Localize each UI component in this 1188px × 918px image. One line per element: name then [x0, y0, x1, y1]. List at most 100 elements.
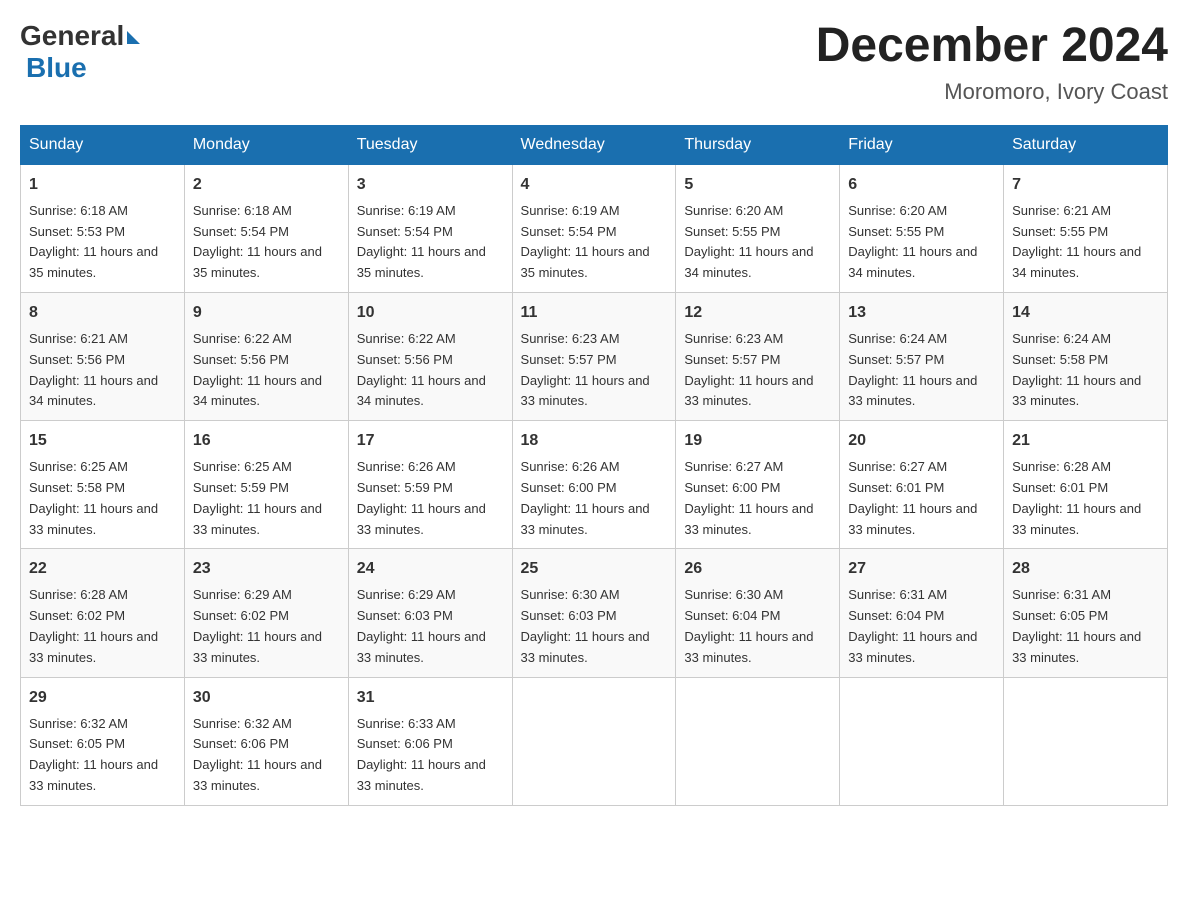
day-number: 6 — [848, 173, 995, 197]
day-info: Sunrise: 6:19 AMSunset: 5:54 PMDaylight:… — [521, 203, 650, 280]
calendar-cell: 29 Sunrise: 6:32 AMSunset: 6:05 PMDaylig… — [21, 677, 185, 805]
calendar-cell: 18 Sunrise: 6:26 AMSunset: 6:00 PMDaylig… — [512, 421, 676, 549]
calendar-cell: 26 Sunrise: 6:30 AMSunset: 6:04 PMDaylig… — [676, 549, 840, 677]
calendar-cell: 13 Sunrise: 6:24 AMSunset: 5:57 PMDaylig… — [840, 292, 1004, 420]
calendar-cell: 4 Sunrise: 6:19 AMSunset: 5:54 PMDayligh… — [512, 164, 676, 292]
logo-blue-text: Blue — [26, 52, 87, 83]
weekday-header-monday: Monday — [184, 125, 348, 164]
day-info: Sunrise: 6:32 AMSunset: 6:05 PMDaylight:… — [29, 716, 158, 793]
day-number: 20 — [848, 429, 995, 453]
calendar-cell: 5 Sunrise: 6:20 AMSunset: 5:55 PMDayligh… — [676, 164, 840, 292]
day-number: 26 — [684, 557, 831, 581]
calendar-cell — [676, 677, 840, 805]
day-info: Sunrise: 6:24 AMSunset: 5:57 PMDaylight:… — [848, 331, 977, 408]
day-info: Sunrise: 6:27 AMSunset: 6:00 PMDaylight:… — [684, 459, 813, 536]
day-number: 31 — [357, 686, 504, 710]
weekday-header-tuesday: Tuesday — [348, 125, 512, 164]
calendar-week-row: 29 Sunrise: 6:32 AMSunset: 6:05 PMDaylig… — [21, 677, 1168, 805]
calendar-cell: 15 Sunrise: 6:25 AMSunset: 5:58 PMDaylig… — [21, 421, 185, 549]
day-info: Sunrise: 6:19 AMSunset: 5:54 PMDaylight:… — [357, 203, 486, 280]
calendar-week-row: 15 Sunrise: 6:25 AMSunset: 5:58 PMDaylig… — [21, 421, 1168, 549]
day-number: 2 — [193, 173, 340, 197]
calendar-cell: 21 Sunrise: 6:28 AMSunset: 6:01 PMDaylig… — [1004, 421, 1168, 549]
day-number: 7 — [1012, 173, 1159, 197]
day-info: Sunrise: 6:27 AMSunset: 6:01 PMDaylight:… — [848, 459, 977, 536]
logo-general-text: General — [20, 20, 124, 52]
logo-arrow-icon — [127, 31, 140, 44]
calendar-cell: 1 Sunrise: 6:18 AMSunset: 5:53 PMDayligh… — [21, 164, 185, 292]
day-info: Sunrise: 6:22 AMSunset: 5:56 PMDaylight:… — [193, 331, 322, 408]
day-info: Sunrise: 6:31 AMSunset: 6:05 PMDaylight:… — [1012, 587, 1141, 664]
weekday-header-friday: Friday — [840, 125, 1004, 164]
day-info: Sunrise: 6:23 AMSunset: 5:57 PMDaylight:… — [521, 331, 650, 408]
calendar-cell: 17 Sunrise: 6:26 AMSunset: 5:59 PMDaylig… — [348, 421, 512, 549]
calendar-cell: 12 Sunrise: 6:23 AMSunset: 5:57 PMDaylig… — [676, 292, 840, 420]
calendar-cell: 20 Sunrise: 6:27 AMSunset: 6:01 PMDaylig… — [840, 421, 1004, 549]
day-info: Sunrise: 6:18 AMSunset: 5:53 PMDaylight:… — [29, 203, 158, 280]
weekday-header-thursday: Thursday — [676, 125, 840, 164]
calendar-cell: 14 Sunrise: 6:24 AMSunset: 5:58 PMDaylig… — [1004, 292, 1168, 420]
calendar-cell: 30 Sunrise: 6:32 AMSunset: 6:06 PMDaylig… — [184, 677, 348, 805]
calendar-cell: 24 Sunrise: 6:29 AMSunset: 6:03 PMDaylig… — [348, 549, 512, 677]
weekday-header-sunday: Sunday — [21, 125, 185, 164]
day-number: 14 — [1012, 301, 1159, 325]
day-info: Sunrise: 6:22 AMSunset: 5:56 PMDaylight:… — [357, 331, 486, 408]
calendar-cell: 22 Sunrise: 6:28 AMSunset: 6:02 PMDaylig… — [21, 549, 185, 677]
calendar-cell: 9 Sunrise: 6:22 AMSunset: 5:56 PMDayligh… — [184, 292, 348, 420]
day-info: Sunrise: 6:28 AMSunset: 6:02 PMDaylight:… — [29, 587, 158, 664]
calendar-cell: 3 Sunrise: 6:19 AMSunset: 5:54 PMDayligh… — [348, 164, 512, 292]
weekday-header-saturday: Saturday — [1004, 125, 1168, 164]
day-info: Sunrise: 6:24 AMSunset: 5:58 PMDaylight:… — [1012, 331, 1141, 408]
weekday-header-wednesday: Wednesday — [512, 125, 676, 164]
day-info: Sunrise: 6:32 AMSunset: 6:06 PMDaylight:… — [193, 716, 322, 793]
day-number: 19 — [684, 429, 831, 453]
calendar-cell — [1004, 677, 1168, 805]
location-subtitle: Moromoro, Ivory Coast — [816, 79, 1168, 105]
calendar-cell: 6 Sunrise: 6:20 AMSunset: 5:55 PMDayligh… — [840, 164, 1004, 292]
logo: General Blue — [20, 20, 140, 84]
day-info: Sunrise: 6:25 AMSunset: 5:58 PMDaylight:… — [29, 459, 158, 536]
day-info: Sunrise: 6:20 AMSunset: 5:55 PMDaylight:… — [848, 203, 977, 280]
page-header: General Blue December 2024 Moromoro, Ivo… — [20, 20, 1168, 105]
day-info: Sunrise: 6:26 AMSunset: 5:59 PMDaylight:… — [357, 459, 486, 536]
day-number: 23 — [193, 557, 340, 581]
day-number: 1 — [29, 173, 176, 197]
day-info: Sunrise: 6:29 AMSunset: 6:02 PMDaylight:… — [193, 587, 322, 664]
day-info: Sunrise: 6:33 AMSunset: 6:06 PMDaylight:… — [357, 716, 486, 793]
calendar-cell: 27 Sunrise: 6:31 AMSunset: 6:04 PMDaylig… — [840, 549, 1004, 677]
calendar-cell: 23 Sunrise: 6:29 AMSunset: 6:02 PMDaylig… — [184, 549, 348, 677]
calendar-cell: 2 Sunrise: 6:18 AMSunset: 5:54 PMDayligh… — [184, 164, 348, 292]
calendar-cell: 11 Sunrise: 6:23 AMSunset: 5:57 PMDaylig… — [512, 292, 676, 420]
day-number: 22 — [29, 557, 176, 581]
month-title: December 2024 — [816, 20, 1168, 73]
day-number: 9 — [193, 301, 340, 325]
day-number: 13 — [848, 301, 995, 325]
day-number: 4 — [521, 173, 668, 197]
day-info: Sunrise: 6:23 AMSunset: 5:57 PMDaylight:… — [684, 331, 813, 408]
calendar-cell — [840, 677, 1004, 805]
calendar-cell: 25 Sunrise: 6:30 AMSunset: 6:03 PMDaylig… — [512, 549, 676, 677]
day-info: Sunrise: 6:26 AMSunset: 6:00 PMDaylight:… — [521, 459, 650, 536]
day-info: Sunrise: 6:30 AMSunset: 6:03 PMDaylight:… — [521, 587, 650, 664]
day-info: Sunrise: 6:30 AMSunset: 6:04 PMDaylight:… — [684, 587, 813, 664]
title-section: December 2024 Moromoro, Ivory Coast — [816, 20, 1168, 105]
calendar-cell — [512, 677, 676, 805]
day-number: 25 — [521, 557, 668, 581]
day-number: 15 — [29, 429, 176, 453]
calendar-cell: 10 Sunrise: 6:22 AMSunset: 5:56 PMDaylig… — [348, 292, 512, 420]
day-number: 10 — [357, 301, 504, 325]
day-number: 29 — [29, 686, 176, 710]
day-number: 5 — [684, 173, 831, 197]
day-info: Sunrise: 6:18 AMSunset: 5:54 PMDaylight:… — [193, 203, 322, 280]
day-info: Sunrise: 6:31 AMSunset: 6:04 PMDaylight:… — [848, 587, 977, 664]
day-number: 27 — [848, 557, 995, 581]
day-number: 8 — [29, 301, 176, 325]
day-info: Sunrise: 6:21 AMSunset: 5:56 PMDaylight:… — [29, 331, 158, 408]
calendar-cell: 16 Sunrise: 6:25 AMSunset: 5:59 PMDaylig… — [184, 421, 348, 549]
day-info: Sunrise: 6:25 AMSunset: 5:59 PMDaylight:… — [193, 459, 322, 536]
day-info: Sunrise: 6:21 AMSunset: 5:55 PMDaylight:… — [1012, 203, 1141, 280]
day-info: Sunrise: 6:29 AMSunset: 6:03 PMDaylight:… — [357, 587, 486, 664]
weekday-header-row: SundayMondayTuesdayWednesdayThursdayFrid… — [21, 125, 1168, 164]
day-number: 24 — [357, 557, 504, 581]
day-number: 3 — [357, 173, 504, 197]
